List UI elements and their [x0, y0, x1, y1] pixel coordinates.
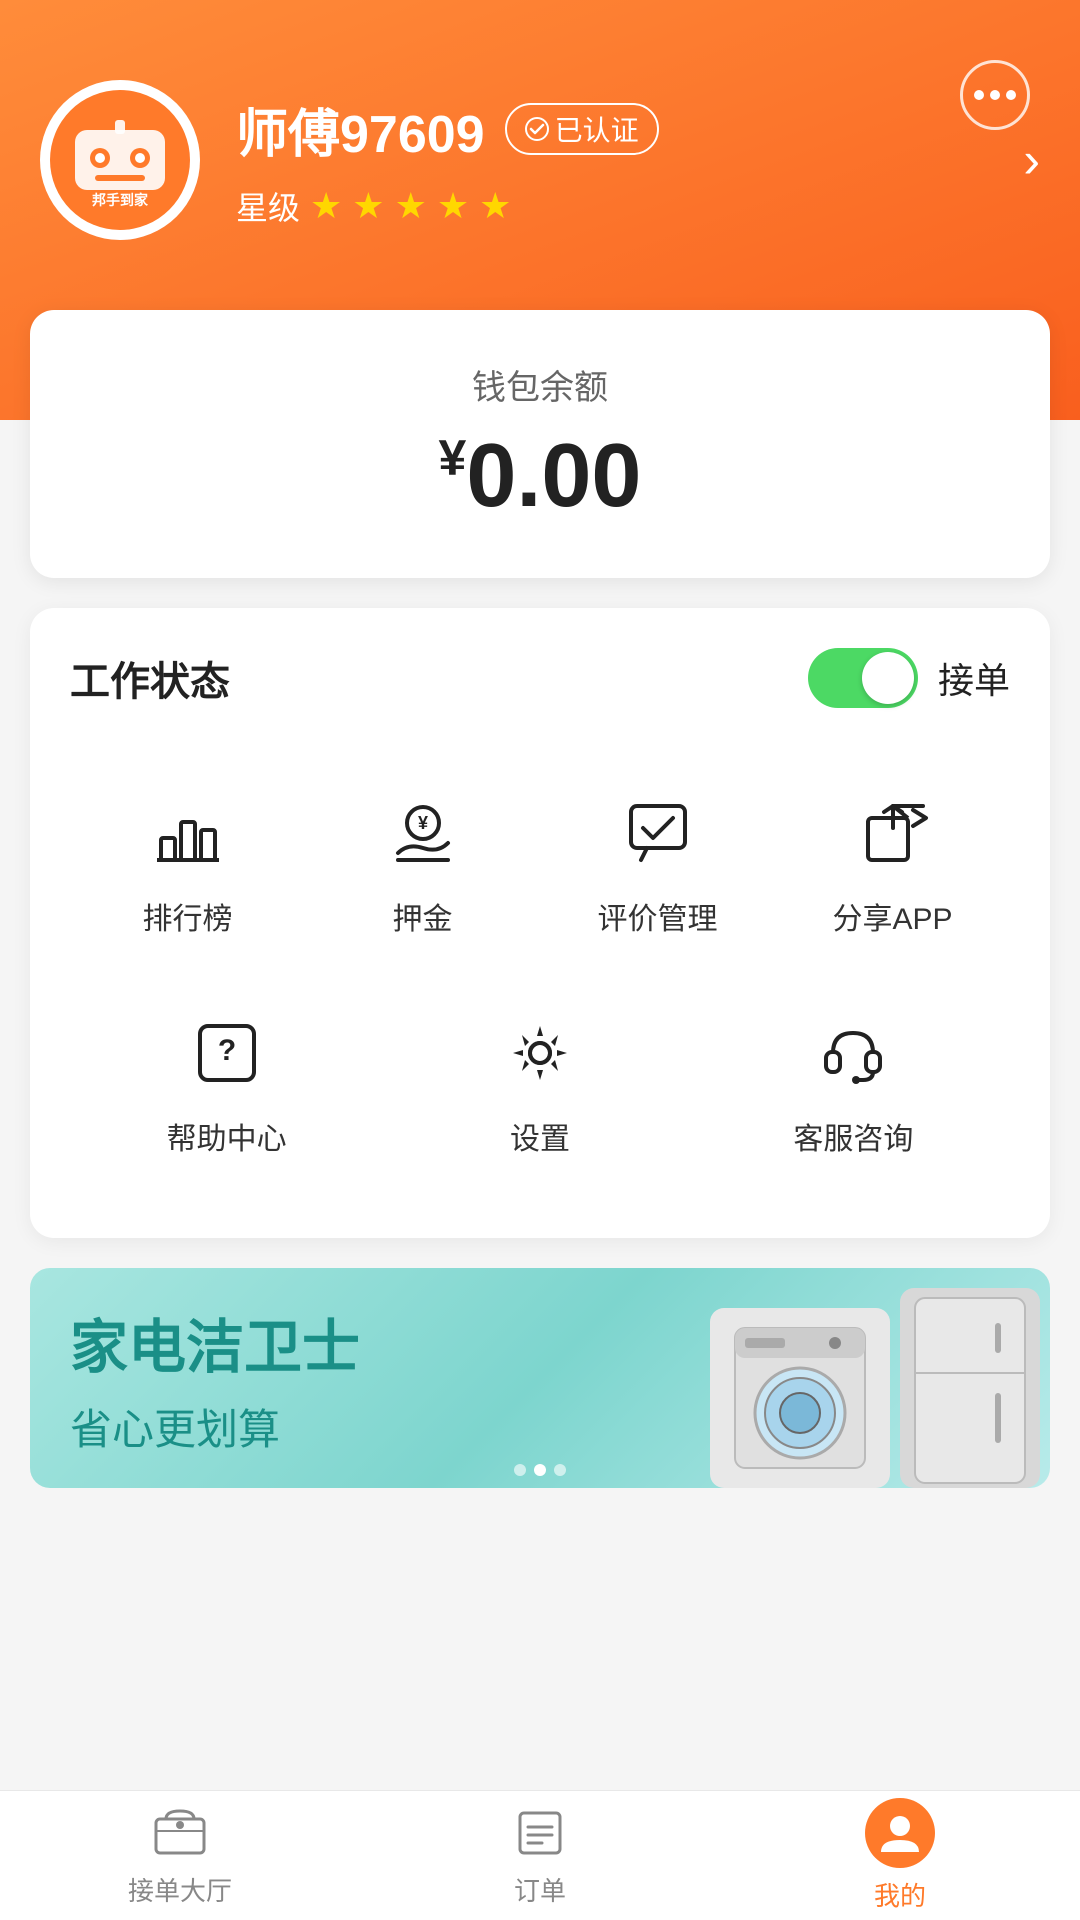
work-status-toggle[interactable]	[808, 648, 918, 708]
menu-item-leaderboard[interactable]: 排行榜	[70, 758, 305, 968]
work-status-label: 工作状态	[70, 649, 230, 707]
star-3: ★	[395, 185, 427, 227]
profile-info: 师傅97609 已认证 星级 ★ ★ ★ ★ ★	[236, 92, 987, 229]
profile-row: 邦手到家 师傅97609 已认证 星级 ★ ★ ★ ★	[40, 80, 1040, 240]
star-2: ★	[352, 185, 384, 227]
banner-dot-3	[554, 1464, 566, 1476]
menu-item-service[interactable]: 客服咨询	[697, 978, 1010, 1188]
star-4: ★	[437, 185, 469, 227]
brand-logo-svg: 邦手到家	[60, 110, 180, 210]
stars-row: 星级 ★ ★ ★ ★ ★	[236, 183, 987, 229]
username-text: 师傅97609	[236, 92, 485, 167]
menu-label-share: 分享APP	[832, 894, 952, 938]
menu-item-share[interactable]: 分享APP	[775, 758, 1010, 968]
washing-machine-image	[710, 1308, 890, 1488]
verified-text: 已认证	[555, 109, 639, 149]
wallet-amount: ¥0.00	[70, 425, 1010, 528]
menu-item-settings[interactable]: 设置	[383, 978, 696, 1188]
menu-label-deposit: 押金	[393, 894, 453, 938]
share-icon	[848, 788, 938, 878]
avatar[interactable]: 邦手到家	[40, 80, 200, 240]
menu-item-review[interactable]: 评价管理	[540, 758, 775, 968]
banner-dot-2	[534, 1464, 546, 1476]
banner-title: 家电洁卫士	[70, 1300, 360, 1384]
menu-label-review: 评价管理	[598, 894, 718, 938]
headset-icon	[808, 1008, 898, 1098]
nav-item-orders-hall[interactable]: 接单大厅	[0, 1803, 360, 1908]
my-orders-icon	[510, 1803, 570, 1863]
menu-label-help: 帮助中心	[167, 1114, 287, 1158]
bottom-nav: 接单大厅 订单 我的	[0, 1790, 1080, 1920]
toggle-area: 接单	[808, 648, 1010, 708]
nav-item-profile[interactable]: 我的	[720, 1798, 1080, 1913]
svg-text:¥: ¥	[417, 813, 427, 833]
checkmark-icon	[525, 117, 549, 141]
banner-subtitle: 省心更划算	[70, 1396, 360, 1457]
banner-dots	[514, 1464, 566, 1476]
orders-hall-icon	[150, 1803, 210, 1863]
banner-dot-1	[514, 1464, 526, 1476]
profile-arrow-icon[interactable]: ›	[1023, 131, 1040, 189]
banner-image-area	[600, 1268, 1050, 1488]
svg-text:邦手到家: 邦手到家	[92, 192, 149, 208]
wallet-value: 0.00	[466, 426, 641, 526]
comment-check-icon	[613, 788, 703, 878]
wallet-title: 钱包余额	[70, 360, 1010, 409]
stars-label: 星级	[236, 183, 300, 229]
banner-text: 家电洁卫士 省心更划算	[30, 1270, 400, 1487]
star-5: ★	[479, 185, 511, 227]
promo-banner[interactable]: 家电洁卫士 省心更划算	[30, 1268, 1050, 1488]
message-icon	[974, 90, 1016, 100]
profile-icon	[865, 1798, 935, 1868]
logo-circle: 邦手到家	[50, 90, 190, 230]
svg-text:?: ?	[217, 1034, 235, 1067]
nav-label-profile: 我的	[874, 1876, 926, 1913]
currency-symbol: ¥	[439, 430, 467, 486]
star-1: ★	[310, 185, 342, 227]
nav-label-orders-hall: 接单大厅	[128, 1871, 232, 1908]
help-circle-icon: ?	[182, 1008, 272, 1098]
work-status-header: 工作状态 接单	[70, 648, 1010, 708]
toggle-knob	[862, 652, 914, 704]
gear-icon	[495, 1008, 585, 1098]
menu-grid-row1: 排行榜 ¥ 押金 评价管理	[70, 758, 1010, 968]
menu-label-service: 客服咨询	[793, 1114, 913, 1158]
menu-label-leaderboard: 排行榜	[143, 894, 233, 938]
wallet-card[interactable]: 钱包余额 ¥0.00	[30, 310, 1050, 578]
message-button[interactable]	[960, 60, 1030, 130]
nav-label-my-orders: 订单	[514, 1871, 566, 1908]
toggle-label: 接单	[938, 652, 1010, 704]
fridge-image	[900, 1288, 1040, 1488]
menu-label-settings: 设置	[510, 1114, 570, 1158]
nav-item-my-orders[interactable]: 订单	[360, 1803, 720, 1908]
menu-item-deposit[interactable]: ¥ 押金	[305, 758, 540, 968]
name-row: 师傅97609 已认证	[236, 92, 987, 167]
menu-grid-row2: ? 帮助中心 设置	[70, 978, 1010, 1188]
menu-item-help[interactable]: ? 帮助中心	[70, 978, 383, 1188]
chart-bar-icon	[143, 788, 233, 878]
hand-coin-icon: ¥	[378, 788, 468, 878]
work-status-card: 工作状态 接单 排行榜	[30, 608, 1050, 1238]
verified-badge: 已认证	[505, 103, 659, 155]
